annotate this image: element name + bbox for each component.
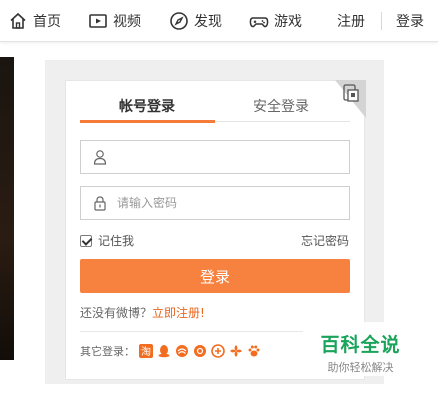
home-icon	[10, 12, 26, 29]
svg-text:淘: 淘	[141, 345, 151, 358]
sina-icon[interactable]	[175, 344, 189, 358]
nav-video-label: 视频	[113, 14, 141, 30]
nav-register-label: 注册	[337, 14, 365, 30]
qq-icon[interactable]	[157, 344, 171, 358]
nav-home[interactable]: 首页	[8, 9, 61, 33]
qq-browser-icon[interactable]	[211, 344, 225, 358]
gamepad-icon	[249, 17, 269, 28]
qr-code-corner-icon[interactable]	[335, 80, 366, 118]
user-icon	[93, 150, 107, 165]
password-input[interactable]	[117, 196, 337, 210]
background-image-strip	[0, 57, 14, 360]
watermark-badge: 百科全说 助你轻松解决	[303, 322, 418, 376]
unicom-icon[interactable]	[229, 344, 243, 358]
nav-login-link[interactable]: 登录	[396, 9, 424, 33]
active-tab-indicator	[80, 120, 215, 123]
nav-video[interactable]: 视频	[88, 9, 141, 33]
forgot-password-link[interactable]: 忘记密码	[301, 232, 349, 249]
username-field[interactable]	[80, 140, 350, 174]
baidu-icon[interactable]	[247, 344, 261, 358]
remember-me[interactable]: 记住我	[80, 232, 134, 249]
password-field[interactable]	[80, 186, 350, 220]
username-input[interactable]	[117, 150, 337, 164]
compass-icon	[170, 12, 188, 30]
taobao-icon[interactable]: 淘	[139, 344, 153, 358]
nav-game[interactable]: 游戏	[249, 9, 302, 33]
nav-divider	[381, 12, 382, 30]
watermark-subtitle: 助你轻松解决	[327, 361, 394, 374]
watermark-title: 百科全说	[320, 334, 401, 356]
nav-home-label: 首页	[33, 14, 61, 30]
lock-icon	[94, 196, 106, 211]
login-button[interactable]: 登录	[80, 259, 350, 293]
tab-account-login[interactable]: 帐号登录	[119, 96, 175, 116]
tab-secure-login[interactable]: 安全登录	[253, 96, 309, 116]
register-now-link[interactable]: 立即注册!	[152, 306, 205, 320]
no-account-text: 还没有微博？	[80, 306, 153, 320]
nav-register-link[interactable]: 注册	[337, 9, 365, 33]
other-login-row: 其它登录： 淘	[80, 343, 261, 359]
register-prompt: 还没有微博？立即注册!	[80, 304, 205, 321]
video-icon	[89, 14, 107, 28]
remember-me-label: 记住我	[98, 234, 135, 248]
email-icon[interactable]	[193, 344, 207, 358]
nav-login-label: 登录	[396, 14, 424, 30]
nav-discover-label: 发现	[194, 14, 222, 30]
nav-game-label: 游戏	[274, 14, 302, 30]
nav-discover[interactable]: 发现	[169, 9, 222, 33]
other-login-label: 其它登录：	[80, 345, 135, 358]
top-navigation-bar: 首页 视频 发现 游戏 注册 登录	[0, 0, 438, 42]
remember-me-checkbox[interactable]	[80, 234, 92, 247]
